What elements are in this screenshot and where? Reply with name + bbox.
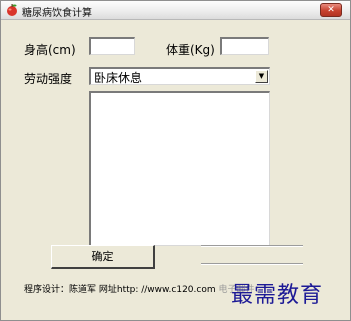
window-title: 糖尿病饮食计算: [22, 8, 92, 19]
close-icon: ✕: [327, 5, 335, 15]
weight-label: 体重(Kg): [166, 43, 215, 57]
app-window: 糖尿病饮食计算 ✕ 身高(cm) 体重(Kg) 劳动强度 卧床休息 ▼ 确定 程…: [0, 0, 351, 321]
close-button[interactable]: ✕: [320, 3, 342, 17]
separator-line: [201, 263, 303, 265]
activity-selected-value: 卧床休息: [94, 71, 143, 85]
title-bar[interactable]: 糖尿病饮食计算 ✕: [1, 1, 350, 20]
result-list[interactable]: [89, 91, 270, 246]
credit-text: 程序设计：陈道军 网址http: //www.c120.com: [24, 285, 216, 295]
apple-icon: [7, 4, 17, 16]
ok-button[interactable]: 确定: [51, 245, 155, 269]
height-input[interactable]: [89, 37, 135, 55]
height-label: 身高(cm): [24, 43, 76, 57]
chevron-down-icon[interactable]: ▼: [255, 70, 268, 83]
watermark-text: 最需教育: [231, 283, 324, 308]
weight-input[interactable]: [220, 37, 269, 55]
separator-line: [201, 245, 303, 247]
activity-select[interactable]: 卧床休息 ▼: [89, 67, 270, 85]
activity-label: 劳动强度: [24, 72, 73, 86]
